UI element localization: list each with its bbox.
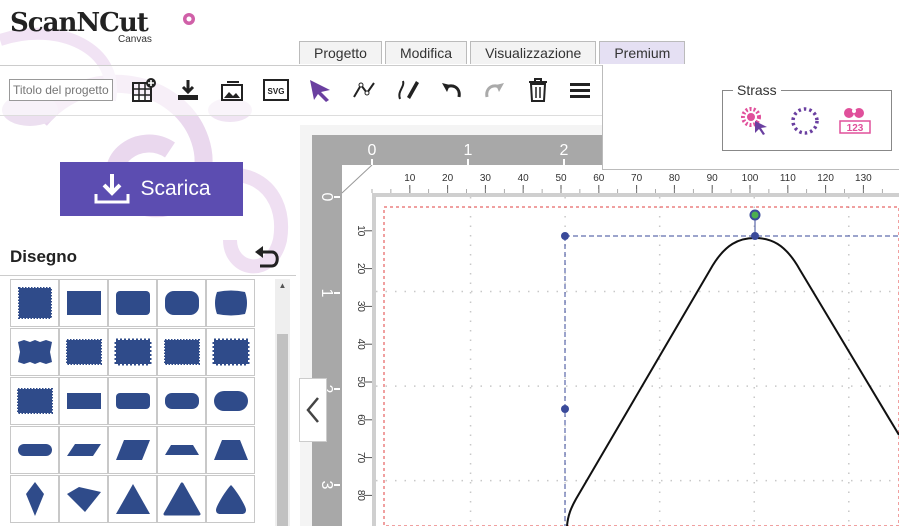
shape-cell[interactable] <box>59 426 108 474</box>
back-icon[interactable] <box>252 244 282 272</box>
svg-text:123: 123 <box>847 123 864 134</box>
ruler-left-cm-label: 80 <box>355 490 366 502</box>
ruler-top-cm-label: 30 <box>480 173 492 184</box>
shape-cell[interactable] <box>206 328 255 376</box>
scroll-thumb[interactable] <box>277 334 288 526</box>
grid-add-icon[interactable] <box>128 74 160 106</box>
shape-cell[interactable] <box>206 426 255 474</box>
shape-cell[interactable] <box>10 426 59 474</box>
ruler-left-cm-label: 50 <box>355 376 366 388</box>
shape-cell[interactable] <box>157 328 206 376</box>
shape-cell[interactable] <box>108 377 157 425</box>
node-edit-icon[interactable] <box>348 74 380 106</box>
tab-modifica[interactable]: Modifica <box>384 41 468 64</box>
rhinestone-select-icon[interactable] <box>739 105 771 137</box>
project-title-input[interactable] <box>9 79 113 101</box>
design-canvas[interactable]: 10 20 30 40 50 60 70 80 90 100 110 120 1301020304050… <box>300 125 899 526</box>
ruler-left-cm-label: 60 <box>355 414 366 426</box>
shape-grid-scrollbar[interactable]: ▲ <box>275 279 290 526</box>
shape-cell[interactable] <box>10 377 59 425</box>
download-icon[interactable] <box>172 74 204 106</box>
ruler-top-cm-label: 60 <box>593 173 605 184</box>
chevron-left-icon <box>306 397 319 423</box>
ruler-top-cm-label: 40 <box>518 173 530 184</box>
tab-visualizzazione[interactable]: Visualizzazione <box>470 41 597 64</box>
ruler-left-cm-label: 20 <box>355 263 366 275</box>
shape-cell[interactable] <box>108 426 157 474</box>
shape-cell[interactable] <box>59 377 108 425</box>
resize-handle-top[interactable] <box>751 232 759 240</box>
collapse-panel-button[interactable] <box>299 378 327 442</box>
ruler-left-inch-label: 1 <box>318 289 335 298</box>
design-section-title: Disegno <box>10 247 78 266</box>
shape-cell[interactable] <box>206 279 255 327</box>
shape-cell[interactable] <box>157 377 206 425</box>
shape-cell[interactable] <box>59 475 108 523</box>
ruler-top-cm-label: 20 <box>442 173 454 184</box>
rotate-handle[interactable] <box>749 209 761 221</box>
shape-cell[interactable] <box>10 475 59 523</box>
download-button-label: Scarica <box>140 177 211 200</box>
trash-icon[interactable] <box>522 74 554 106</box>
shape-cell[interactable] <box>59 279 108 327</box>
shape-cell[interactable] <box>206 475 255 523</box>
svg-text:SVG: SVG <box>268 87 285 96</box>
flower-logo-icon <box>183 13 195 25</box>
design-separator <box>0 275 296 276</box>
ruler-left-inch-label: 0 <box>318 193 335 202</box>
tab-premium[interactable]: Premium <box>599 41 686 64</box>
cutting-mat[interactable] <box>376 197 899 526</box>
shape-grid <box>10 279 276 526</box>
ruler-left-cm-label: 70 <box>355 452 366 464</box>
shape-cell[interactable] <box>157 475 206 523</box>
strass-group-label: Strass <box>733 82 781 98</box>
rhinestone-number-icon[interactable]: 123 <box>839 105 871 137</box>
shape-cell[interactable] <box>157 279 206 327</box>
scroll-up-arrow-icon[interactable]: ▲ <box>275 279 290 293</box>
shape-cell[interactable] <box>108 279 157 327</box>
menu-icon[interactable] <box>564 74 596 106</box>
ruler-top-cm-label: 90 <box>707 173 719 184</box>
shape-cell[interactable] <box>157 426 206 474</box>
ruler-top-cm-label: 130 <box>855 173 872 184</box>
download-icon <box>94 174 130 204</box>
ruler-top-cm-label: 50 <box>555 173 567 184</box>
shape-cell[interactable] <box>206 377 255 425</box>
resize-handle-left[interactable] <box>561 405 569 413</box>
ruler-top-cm-label: 10 <box>404 173 416 184</box>
ruler-top-inch-label: 2 <box>560 142 569 159</box>
image-import-icon[interactable] <box>216 74 248 106</box>
ruler-top-inch-label: 1 <box>464 142 473 159</box>
ruler-top-cm-label: 110 <box>780 173 796 184</box>
undo-icon[interactable] <box>436 74 468 106</box>
ruler-top-cm-label: 80 <box>669 173 681 184</box>
shape-cell[interactable] <box>59 328 108 376</box>
ruler-top-cm-label: 70 <box>631 173 643 184</box>
app-logo: ScanNCut Canvas <box>10 6 195 46</box>
download-button[interactable]: Scarica <box>60 162 243 216</box>
svg-icon[interactable]: SVG <box>260 74 292 106</box>
pen-icon[interactable] <box>392 74 424 106</box>
toolbar: SVG <box>0 65 603 116</box>
shape-cell[interactable] <box>108 475 157 523</box>
main-tabs: Progetto Modifica Visualizzazione Premiu… <box>299 41 688 65</box>
redo-icon[interactable] <box>478 74 510 106</box>
ruler-left-inch-label: 3 <box>318 481 335 490</box>
ruler-left-cm-label: 10 <box>355 225 366 237</box>
ruler-left-cm-label: 30 <box>355 301 366 313</box>
ruler-top-cm-label: 100 <box>742 173 759 184</box>
logo-subtitle: Canvas <box>118 34 152 45</box>
rhinestone-circle-icon[interactable] <box>789 105 821 137</box>
premium-panel: Strass 123 <box>602 65 899 170</box>
ruler-top-cm-label: 120 <box>817 173 834 184</box>
shape-cell[interactable] <box>108 328 157 376</box>
ruler-top-inch-label: 0 <box>368 142 377 159</box>
shape-cell[interactable] <box>10 279 59 327</box>
ruler-left-cm-label: 40 <box>355 339 366 351</box>
resize-handle-top-left[interactable] <box>561 232 569 240</box>
select-arrow-icon[interactable] <box>304 74 336 106</box>
shape-cell[interactable] <box>10 328 59 376</box>
tab-progetto[interactable]: Progetto <box>299 41 382 64</box>
